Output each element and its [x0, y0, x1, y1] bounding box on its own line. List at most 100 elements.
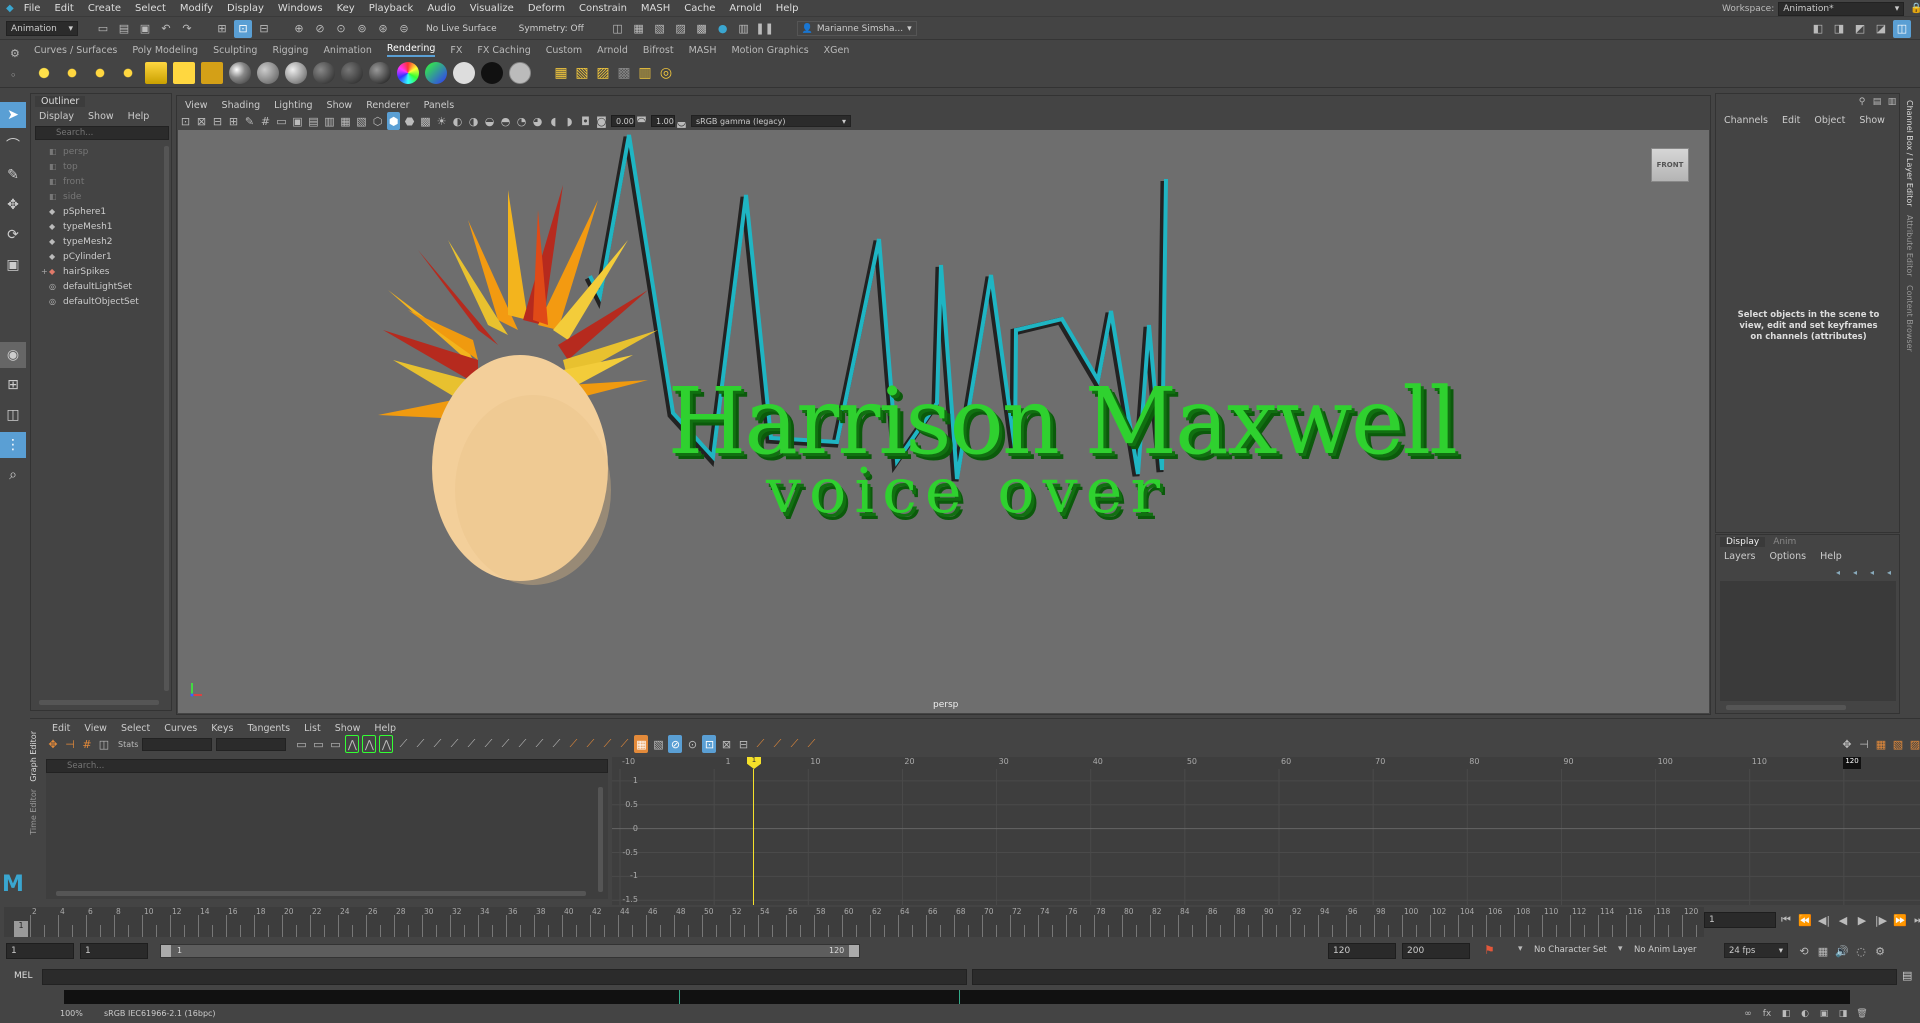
use-lights-icon[interactable]: ☀: [435, 112, 448, 130]
curve-tool-3-icon[interactable]: ⟋: [770, 735, 784, 753]
expand-icon[interactable]: +: [41, 267, 48, 276]
pre-infinity-icon[interactable]: ⟋: [566, 735, 580, 753]
layer-tab-display[interactable]: Display: [1720, 536, 1766, 547]
new-layer-selected-icon[interactable]: ◂: [1882, 563, 1896, 581]
black-sphere-icon[interactable]: [481, 62, 503, 84]
outliner-item[interactable]: ◆ typeMesh1: [49, 219, 159, 234]
stats-field-2[interactable]: [216, 737, 287, 751]
link-icon[interactable]: ∞: [1740, 1005, 1756, 1023]
lasso-tool-icon[interactable]: ⌒: [0, 132, 26, 158]
time-snap-icon[interactable]: ⊙: [685, 735, 699, 753]
outliner-item[interactable]: ◎ defaultLightSet: [49, 279, 159, 294]
graph-move-icon[interactable]: ✥: [1840, 735, 1854, 753]
character-set-chevron-icon[interactable]: ▾: [1518, 944, 1523, 954]
graph-menu-list[interactable]: List: [304, 723, 321, 734]
curve-tool-2-icon[interactable]: ⟋: [753, 735, 767, 753]
outliner-scrollbar[interactable]: [164, 146, 169, 691]
menu-item-windows[interactable]: Windows: [278, 3, 323, 14]
shadows-icon[interactable]: ◐: [451, 112, 464, 130]
scale-tool-icon[interactable]: ▣: [0, 252, 26, 278]
camera-icon[interactable]: [201, 62, 223, 84]
select-tool-icon[interactable]: ➤: [0, 102, 26, 128]
graph-outliner-vscroll[interactable]: [598, 787, 603, 892]
isolate-select-icon[interactable]: ◕: [531, 112, 544, 130]
shelf-tab-mash[interactable]: MASH: [689, 45, 717, 56]
smooth-shade-icon[interactable]: ⬢: [387, 112, 400, 130]
cache-playback-icon[interactable]: ▦: [1815, 942, 1831, 960]
shader-aniso-icon[interactable]: [313, 62, 335, 84]
graph-menu-help[interactable]: Help: [374, 723, 396, 734]
new-scene-icon[interactable]: ▭: [94, 20, 112, 38]
time-slider[interactable]: 2 4 6 8 10 12 14 16 18 20 22 24 26 28 30 32 34 36 38 40 42 44…: [4, 907, 1704, 937]
swap-buffer-icon[interactable]: ⟋: [549, 735, 563, 753]
render-icon[interactable]: ▦: [552, 64, 570, 82]
hypershade-icon[interactable]: ●: [714, 20, 732, 38]
snap-curve-icon[interactable]: ⊘: [311, 20, 329, 38]
move-key-icon[interactable]: ✥: [46, 735, 60, 753]
menu-item-cache[interactable]: Cache: [684, 3, 715, 14]
layer-down-icon[interactable]: ◂: [1848, 563, 1862, 581]
fps-dropdown[interactable]: 24 fps ▾: [1724, 943, 1788, 958]
menu-item-deform[interactable]: Deform: [528, 3, 565, 14]
graph-search-input[interactable]: [67, 761, 367, 771]
tool-settings-icon[interactable]: ◪: [1872, 20, 1890, 38]
render-settings-icon[interactable]: ▩: [693, 20, 711, 38]
field-chart-icon[interactable]: ▥: [323, 112, 336, 130]
workspace-dropdown[interactable]: Animation* ▾: [1778, 1, 1905, 16]
stacked-icon[interactable]: ⊘: [668, 735, 683, 753]
two-view-icon[interactable]: ◫: [0, 402, 26, 428]
side-tab-time-editor[interactable]: Time Editor: [29, 789, 41, 835]
outliner-search-input[interactable]: [56, 128, 156, 138]
flat-tangent-icon[interactable]: ⟋: [413, 735, 427, 753]
auto-key-icon[interactable]: ◌: [1853, 942, 1869, 960]
graph-frame-icon[interactable]: ⊣: [1857, 735, 1871, 753]
shader-lambert-icon[interactable]: [257, 62, 279, 84]
outliner-layout-icon[interactable]: ⋮: [0, 432, 26, 458]
graph-menu-edit[interactable]: Edit: [52, 723, 70, 734]
menu-item-modify[interactable]: Modify: [180, 3, 213, 14]
viewport-menu-renderer[interactable]: Renderer: [366, 100, 409, 111]
safe-action-icon[interactable]: ▦: [339, 112, 352, 130]
snap-grid-icon[interactable]: ⊕: [290, 20, 308, 38]
volume-light-icon[interactable]: [173, 62, 195, 84]
shelf-menu-icon[interactable]: ◦: [10, 69, 17, 82]
viewcube[interactable]: FRONT: [1651, 148, 1689, 182]
free-weight-icon[interactable]: ⟋: [498, 735, 512, 753]
side-tab-content-browser[interactable]: Content Browser: [1905, 285, 1914, 352]
safe-title-icon[interactable]: ▧: [355, 112, 368, 130]
step-forward-frame-icon[interactable]: |▶: [1873, 911, 1889, 929]
shelf-tab-bifrost[interactable]: Bifrost: [643, 45, 674, 56]
color-picker-icon[interactable]: ◧: [1778, 1005, 1794, 1023]
shelf-tab-motion-graphics[interactable]: Motion Graphics: [731, 45, 808, 56]
script-editor-icon[interactable]: ▤: [1902, 969, 1912, 982]
search-icon[interactable]: ⌕: [0, 462, 26, 488]
menu-item-constrain[interactable]: Constrain: [579, 3, 627, 14]
wireframe-on-shaded-icon[interactable]: ⬣: [403, 112, 416, 130]
unify-tangent-icon[interactable]: ⟋: [481, 735, 495, 753]
directional-light-icon[interactable]: [61, 62, 83, 84]
menuset-dropdown[interactable]: Animation ▾: [6, 21, 78, 36]
shader-ramp-icon[interactable]: [369, 62, 391, 84]
channel-box-icon-2[interactable]: ▤: [1871, 93, 1883, 111]
outliner-search[interactable]: [35, 126, 169, 140]
exposure-icon[interactable]: ◙: [595, 112, 608, 130]
new-layer-icon[interactable]: ◂: [1865, 563, 1879, 581]
graph-trax-icon[interactable]: ▧: [1891, 735, 1905, 753]
playback-end-field[interactable]: 120: [1328, 943, 1396, 959]
layer-tab-anim[interactable]: Anim: [1773, 537, 1796, 547]
go-to-start-icon[interactable]: ⏮: [1778, 911, 1794, 929]
break-tangent-icon[interactable]: ⟋: [464, 735, 478, 753]
curve-tool-1-icon[interactable]: ⊟: [736, 735, 750, 753]
shader-rainbow-icon[interactable]: [397, 62, 419, 84]
graph-menu-keys[interactable]: Keys: [211, 723, 233, 734]
outliner-menu-show[interactable]: Show: [88, 111, 114, 122]
workspace-lock-icon[interactable]: 🔒: [1910, 3, 1920, 14]
channel-box-icon-1[interactable]: ⚲: [1856, 93, 1868, 111]
resolution-gate-icon[interactable]: ▣: [291, 112, 304, 130]
channel-box-icon-3[interactable]: ▥: [1886, 93, 1898, 111]
viewport-menu-view[interactable]: View: [185, 100, 208, 111]
sound-icon[interactable]: 🔊: [1834, 942, 1850, 960]
playback-start-field[interactable]: 1: [80, 943, 148, 959]
region-icon[interactable]: ◫: [97, 735, 111, 753]
render-setup-icon[interactable]: ▨: [594, 64, 612, 82]
